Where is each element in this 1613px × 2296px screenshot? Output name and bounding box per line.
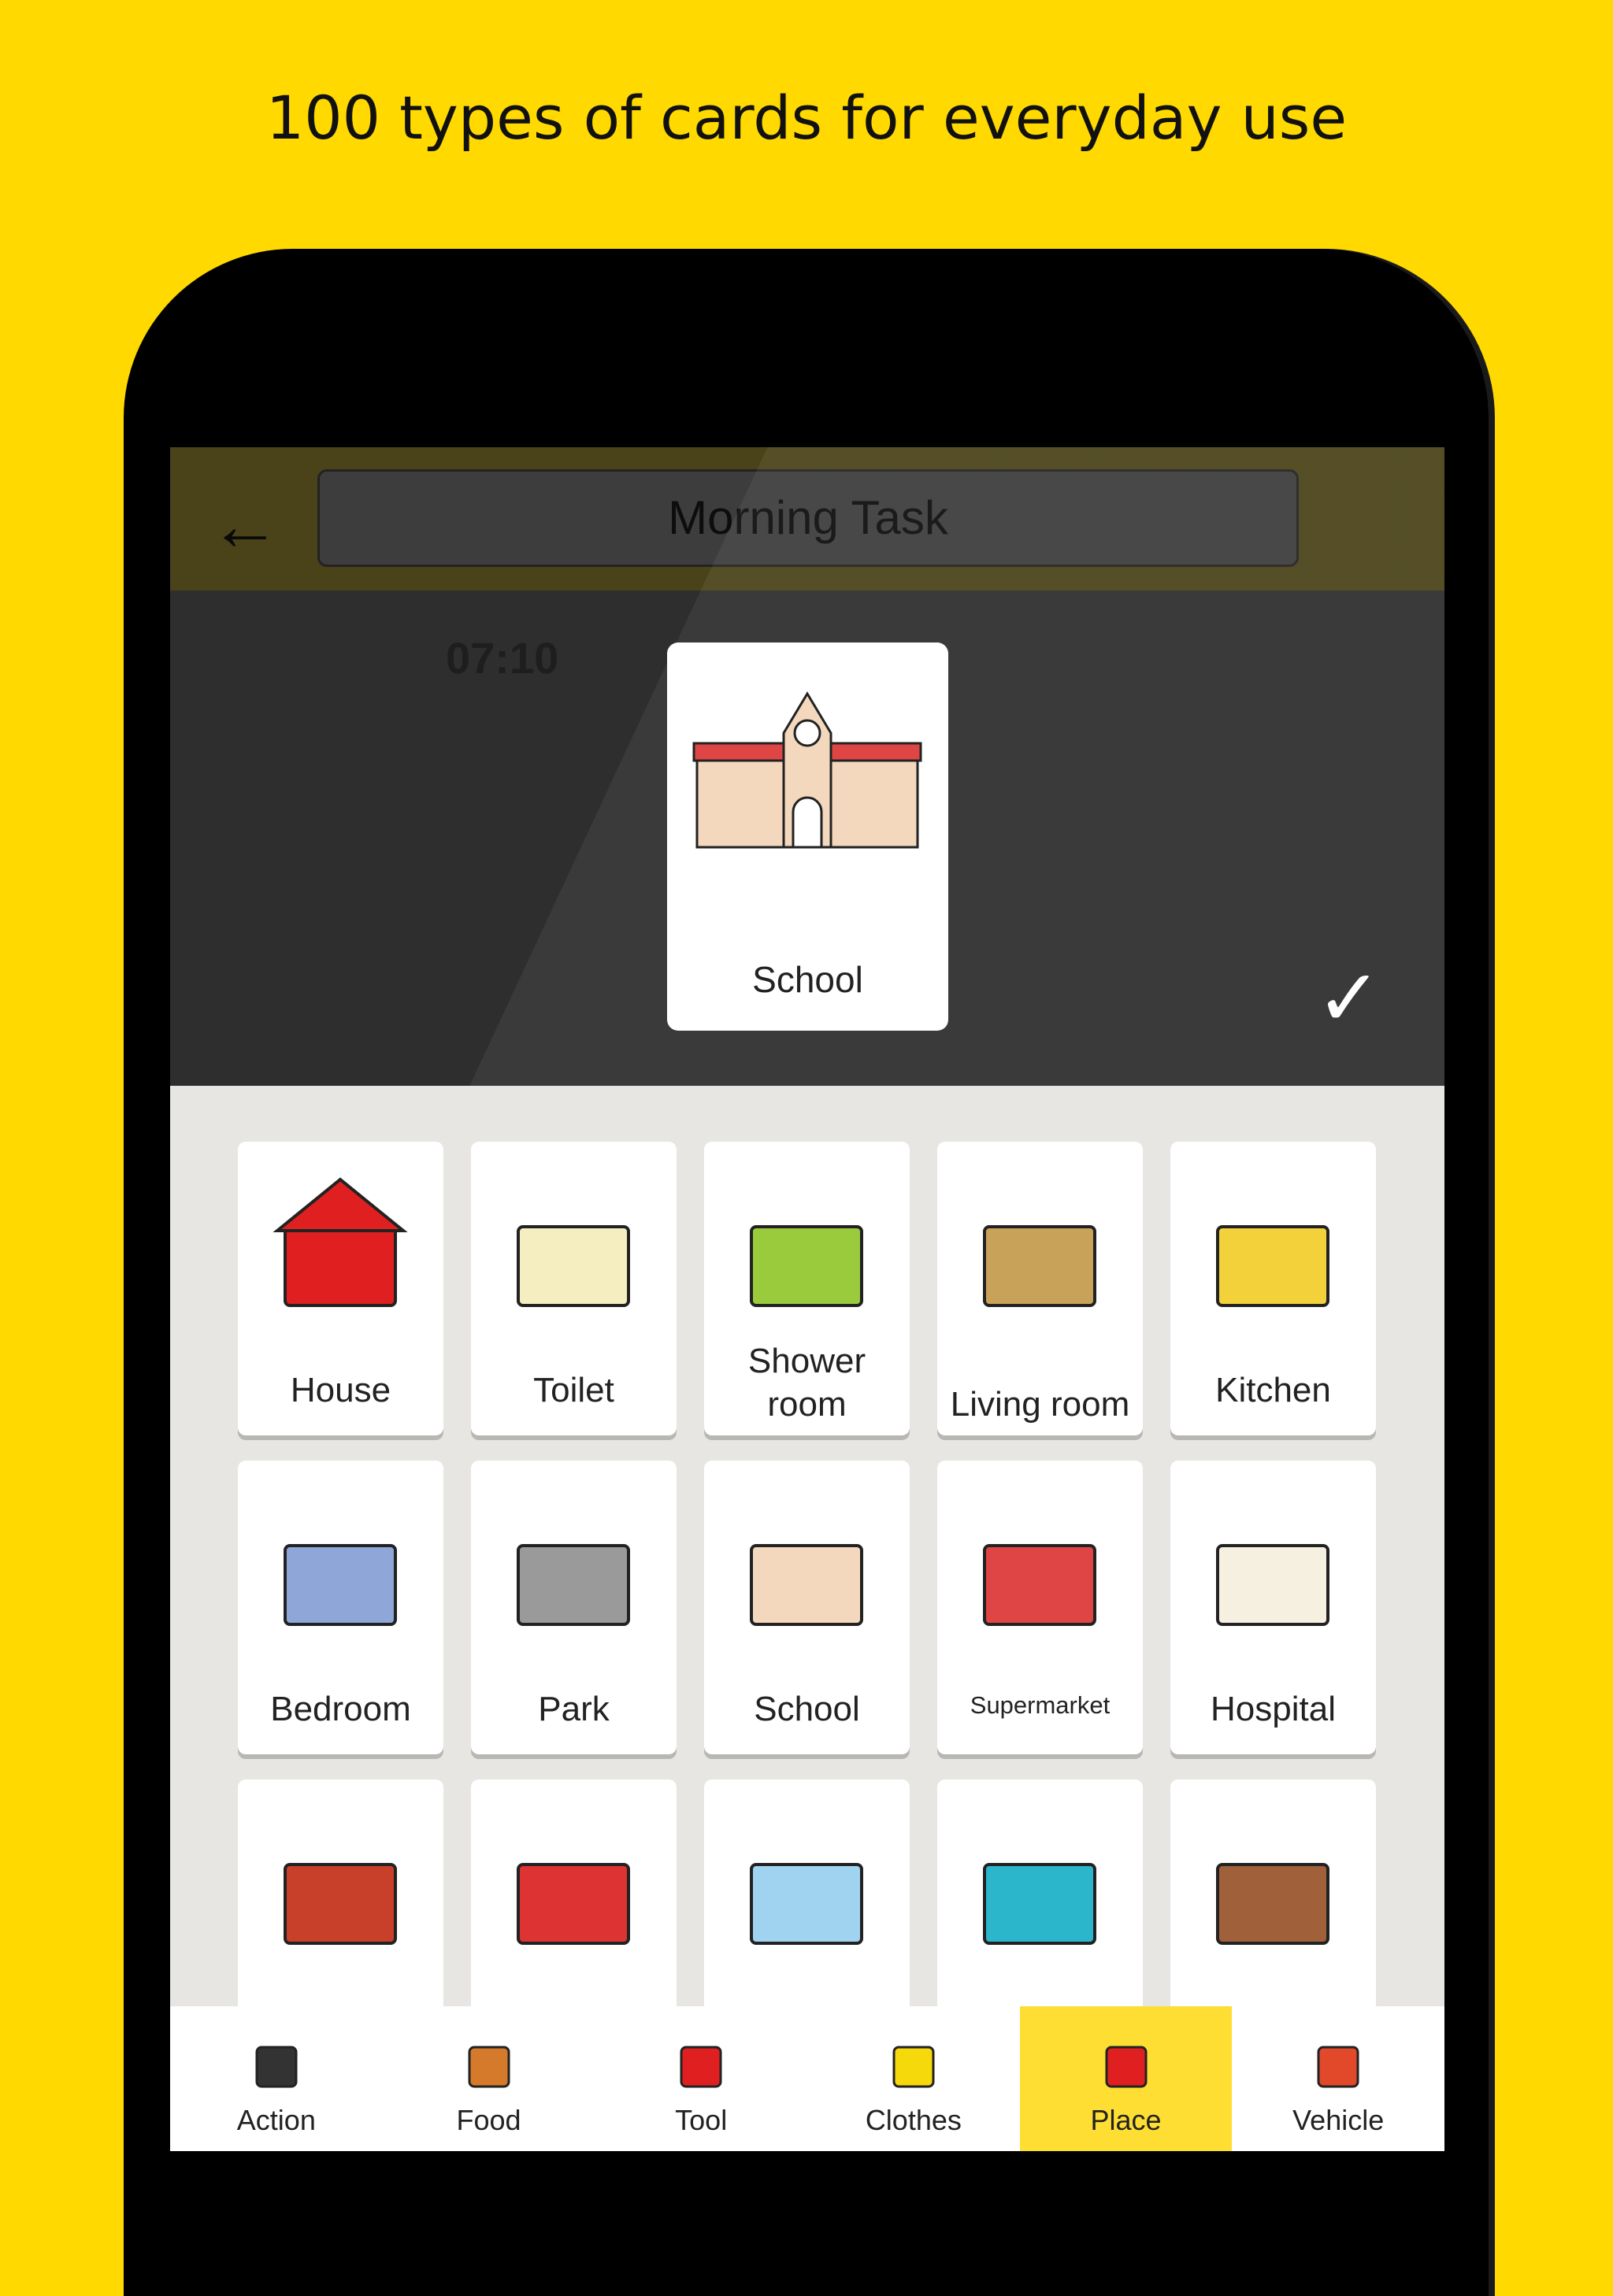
bathtub-icon: [750, 1225, 863, 1307]
house-icon: [273, 1177, 408, 1307]
swing-icon: [517, 1544, 630, 1626]
preview-label: School: [752, 959, 863, 1000]
card-label: Kitchen: [1215, 1371, 1331, 1409]
card-label: Living room: [950, 1385, 1130, 1424]
dimmed-overlay: 07:10 ← Morning Task School ✓: [170, 447, 1444, 1086]
card-label: Supermarket: [970, 1691, 1111, 1720]
arrow-left-icon[interactable]: ←: [210, 491, 280, 561]
tab-tool[interactable]: Tool: [595, 2006, 807, 2151]
bus-stop-icon: [517, 1863, 630, 1945]
app-screen: 07:10 ← Morning Task School ✓ House Toile…: [170, 447, 1444, 2151]
classroom-icon: [1216, 1863, 1329, 1945]
checkmark-icon[interactable]: ✓: [1316, 959, 1382, 1038]
zoo-icon: [750, 1863, 863, 1945]
bed-icon: [284, 1544, 397, 1626]
tab-clothes[interactable]: Clothes: [807, 2006, 1020, 2151]
tab-label: Place: [1090, 2104, 1162, 2136]
card-label: Bedroom: [270, 1690, 411, 1728]
bread-icon: [468, 2046, 510, 2088]
car-icon: [1317, 2046, 1359, 2088]
card-label: Hospital: [1211, 1690, 1336, 1728]
tab-label: Action: [236, 2104, 316, 2136]
tab-label: Tool: [675, 2104, 728, 2136]
sofa-icon: [983, 1225, 1096, 1307]
card-label: Toilet: [533, 1371, 614, 1409]
toilet-icon: [517, 1225, 630, 1307]
school-icon: [692, 691, 922, 849]
place-card[interactable]: Bedroom: [238, 1461, 443, 1754]
tab-place[interactable]: Place: [1019, 2006, 1233, 2151]
tab-vehicle[interactable]: Vehicle: [1232, 2006, 1444, 2151]
tab-action[interactable]: Action: [170, 2006, 383, 2151]
place-card[interactable]: Hospital: [1170, 1461, 1376, 1754]
card-label: House: [290, 1371, 391, 1409]
toolbox-icon: [680, 2046, 722, 2088]
hospital-icon: [1216, 1544, 1329, 1626]
place-card[interactable]: Toilet: [471, 1142, 677, 1435]
school-icon: [750, 1544, 863, 1626]
person-drinking-icon: [255, 2046, 298, 2088]
kitchen-icon: [1216, 1225, 1329, 1307]
shirt-icon: [892, 2046, 935, 2088]
title-input[interactable]: Morning Task: [317, 469, 1299, 567]
place-card[interactable]: Living room: [937, 1142, 1143, 1435]
selected-card-preview: School: [667, 643, 948, 1031]
tab-label: Food: [456, 2104, 521, 2136]
tab-label: Clothes: [865, 2104, 962, 2136]
header-bar: ← Morning Task: [170, 447, 1444, 591]
tab-food[interactable]: Food: [383, 2006, 595, 2151]
house-icon: [1105, 2046, 1148, 2088]
place-card[interactable]: Park: [471, 1461, 677, 1754]
aquarium-icon: [983, 1863, 1096, 1945]
place-card[interactable]: Supermarket: [937, 1461, 1143, 1754]
background-time: 07:10: [446, 633, 559, 683]
place-card[interactable]: Shower room: [704, 1142, 910, 1435]
card-label: School: [754, 1690, 860, 1728]
card-label: Park: [538, 1690, 610, 1728]
place-card[interactable]: House: [238, 1142, 443, 1435]
tab-label: Vehicle: [1292, 2104, 1385, 2136]
station-icon: [284, 1863, 397, 1945]
headline: 100 types of cards for everyday use: [265, 83, 1348, 153]
place-card[interactable]: School: [704, 1461, 910, 1754]
store-icon: [983, 1544, 1096, 1626]
place-card[interactable]: Kitchen: [1170, 1142, 1376, 1435]
card-label: Shower room: [747, 1342, 866, 1424]
category-tabs: Action Food Tool Clothes Place Vehicle: [170, 2006, 1444, 2151]
